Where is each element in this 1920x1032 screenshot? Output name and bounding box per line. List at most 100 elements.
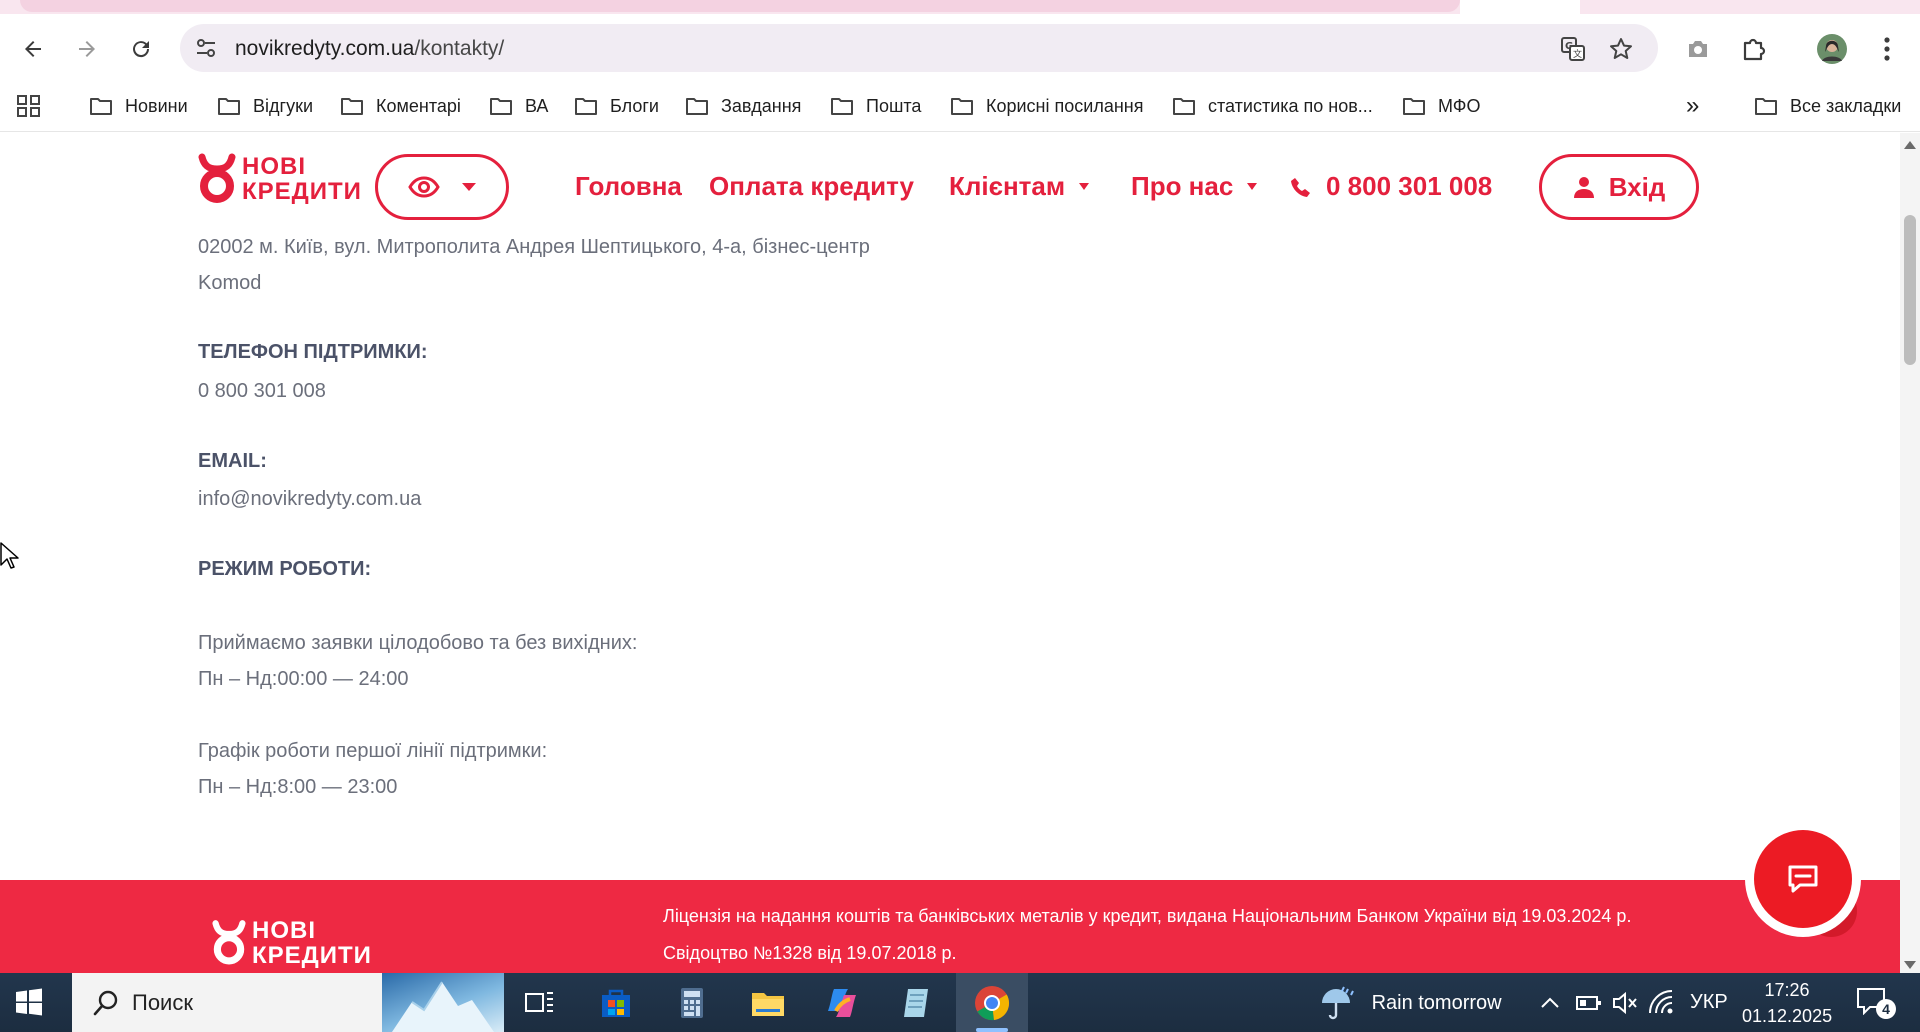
phone-icon bbox=[1291, 177, 1310, 197]
chrome-app[interactable] bbox=[972, 983, 1012, 1023]
copilot-app[interactable] bbox=[822, 983, 862, 1023]
notepad-app[interactable] bbox=[896, 983, 936, 1023]
chevron-up-icon[interactable] bbox=[1540, 995, 1560, 1011]
copilot-icon bbox=[828, 989, 856, 1017]
bookmark-folder[interactable]: статистика по нов... bbox=[1172, 91, 1373, 121]
folder-icon bbox=[575, 98, 597, 115]
taskbar-clock[interactable]: 17:26 01.12.2025 bbox=[1742, 977, 1832, 1029]
task-view-icon bbox=[525, 992, 553, 1012]
clock-time: 17:26 bbox=[1764, 980, 1810, 1000]
bookmark-folder[interactable]: ВА bbox=[489, 91, 548, 121]
scrollbar-thumb[interactable] bbox=[1904, 215, 1916, 365]
nav-pay-credit[interactable]: Оплата кредиту bbox=[709, 171, 914, 202]
store-app[interactable] bbox=[596, 983, 636, 1023]
bookmark-label: Пошта bbox=[866, 95, 922, 116]
all-bookmarks-button[interactable]: Все закладки bbox=[1754, 91, 1901, 121]
scroll-up-arrow[interactable] bbox=[1904, 141, 1916, 149]
store-icon bbox=[602, 989, 630, 1017]
scroll-down-arrow[interactable] bbox=[1904, 961, 1916, 969]
accessibility-button[interactable] bbox=[375, 154, 509, 220]
kebab-menu-icon bbox=[1884, 37, 1890, 61]
browser-menu-button[interactable] bbox=[1870, 32, 1904, 66]
back-button[interactable] bbox=[16, 32, 50, 66]
nav-about[interactable]: Про нас bbox=[1131, 171, 1258, 202]
chevron-down-icon bbox=[462, 183, 476, 191]
email-label: EMAIL: bbox=[198, 450, 267, 472]
email-link[interactable]: info@novikredyty.com.ua bbox=[198, 481, 421, 517]
bookmark-folder[interactable]: МФО bbox=[1402, 91, 1480, 121]
taskbar-search[interactable]: Поиск bbox=[72, 973, 504, 1032]
bookmark-folder[interactable]: Коментарі bbox=[340, 91, 461, 121]
url-text[interactable]: novikredyty.com.ua/kontakty/ bbox=[235, 37, 504, 61]
logo-line1: НОВІ bbox=[242, 153, 306, 180]
task-view-button[interactable] bbox=[520, 983, 560, 1023]
folder-app-icon bbox=[752, 993, 784, 1016]
screenshot-button[interactable] bbox=[1681, 32, 1715, 66]
nav-clients[interactable]: Клієнтам bbox=[949, 171, 1090, 202]
bookmark-folder[interactable]: Відгуки bbox=[217, 91, 313, 121]
nav-clients-label: Клієнтам bbox=[949, 171, 1066, 201]
site-info-icon[interactable] bbox=[194, 36, 218, 60]
volume-muted-icon[interactable] bbox=[1612, 991, 1638, 1015]
notification-count-badge: 4 bbox=[1876, 999, 1896, 1019]
url-host: novikredyty.com.ua bbox=[235, 37, 415, 60]
bookmark-folder[interactable]: Завдання bbox=[685, 91, 801, 121]
file-explorer-app[interactable] bbox=[748, 983, 788, 1023]
phone-value[interactable]: 0 800 301 008 bbox=[198, 373, 326, 409]
svg-text:文: 文 bbox=[1573, 48, 1582, 60]
nav-home[interactable]: Головна bbox=[575, 171, 682, 202]
chat-button[interactable] bbox=[1754, 830, 1852, 928]
hours-line2: Пн – Нд:00:00 — 24:00 bbox=[198, 668, 409, 690]
site-header: НОВІ КРЕДИТИ Головна Оплата кредиту Клієн… bbox=[0, 133, 1900, 233]
license-text: Ліцензія на надання коштів та банківськи… bbox=[663, 906, 1632, 926]
bookmark-folder[interactable]: Пошта bbox=[830, 91, 921, 121]
login-button[interactable]: Вхід bbox=[1539, 154, 1699, 220]
arrow-left-icon bbox=[25, 41, 41, 57]
bookmark-star-icon[interactable] bbox=[1608, 36, 1634, 62]
footer-logo[interactable]: НОВІ КРЕДИТИ bbox=[212, 918, 372, 968]
battery-icon[interactable] bbox=[1576, 993, 1602, 1013]
browser-toolbar: novikredyty.com.ua/kontakty/ G文 bbox=[0, 14, 1920, 80]
bookmark-folder[interactable]: Блоги bbox=[574, 91, 659, 121]
clock-date: 01.12.2025 bbox=[1742, 1006, 1833, 1026]
weather-widget[interactable]: Rain tomorrow bbox=[1318, 983, 1502, 1023]
bookmark-folder[interactable]: Корисні посилання bbox=[950, 91, 1143, 121]
more-bookmarks-button[interactable]: » bbox=[1686, 91, 1699, 121]
inactive-tab[interactable] bbox=[20, 0, 1460, 12]
folder-icon bbox=[1403, 98, 1425, 115]
page-scrollbar[interactable] bbox=[1900, 133, 1920, 973]
active-tab[interactable] bbox=[1460, 0, 1580, 14]
hours-line1: Приймаємо заявки цілодобово та без вихід… bbox=[198, 632, 638, 654]
hours-label: РЕЖИМ РОБОТИ: bbox=[198, 558, 372, 580]
bookmark-folder[interactable]: Новини bbox=[89, 91, 188, 121]
hours-line4: Пн – Нд:8:00 — 23:00 bbox=[198, 776, 398, 798]
notepad-icon bbox=[904, 989, 928, 1017]
bookmarks-bar: Новини Відгуки Коментарі ВА Блоги Завдан… bbox=[0, 80, 1920, 132]
url-path: /kontakty/ bbox=[414, 37, 505, 60]
nav-phone[interactable]: 0 800 301 008 bbox=[1290, 171, 1492, 202]
extensions-button[interactable] bbox=[1737, 32, 1771, 66]
notifications-button[interactable]: 4 bbox=[1856, 987, 1896, 1021]
profile-button[interactable] bbox=[1815, 32, 1849, 66]
windows-taskbar: Поиск Rain tomorrow УКР 17:26 01.12.2025 bbox=[0, 973, 1920, 1032]
apps-button[interactable] bbox=[16, 91, 54, 121]
user-icon bbox=[1573, 177, 1594, 198]
logo-line2: КРЕДИТИ bbox=[242, 178, 362, 205]
reload-button[interactable] bbox=[124, 32, 158, 66]
phone-label: ТЕЛЕФОН ПІДТРИМКИ: bbox=[198, 341, 428, 363]
bookmark-label: Новини bbox=[125, 95, 188, 116]
folder-icon bbox=[90, 98, 112, 115]
bookmark-label: МФО bbox=[1438, 95, 1481, 116]
wifi-icon[interactable] bbox=[1648, 989, 1676, 1015]
translate-icon[interactable]: G文 bbox=[1560, 36, 1586, 62]
calculator-app[interactable] bbox=[672, 983, 712, 1023]
calculator-icon bbox=[681, 988, 703, 1018]
windows-logo-icon bbox=[16, 988, 42, 1016]
weather-text: Rain tomorrow bbox=[1371, 991, 1502, 1014]
language-indicator[interactable]: УКР bbox=[1690, 991, 1728, 1014]
site-logo[interactable]: НОВІ КРЕДИТИ bbox=[198, 153, 362, 205]
forward-button[interactable] bbox=[70, 32, 104, 66]
address-bar[interactable]: novikredyty.com.ua/kontakty/ G文 bbox=[180, 24, 1658, 72]
bookmark-label: Відгуки bbox=[253, 95, 314, 116]
start-button[interactable] bbox=[14, 987, 44, 1022]
